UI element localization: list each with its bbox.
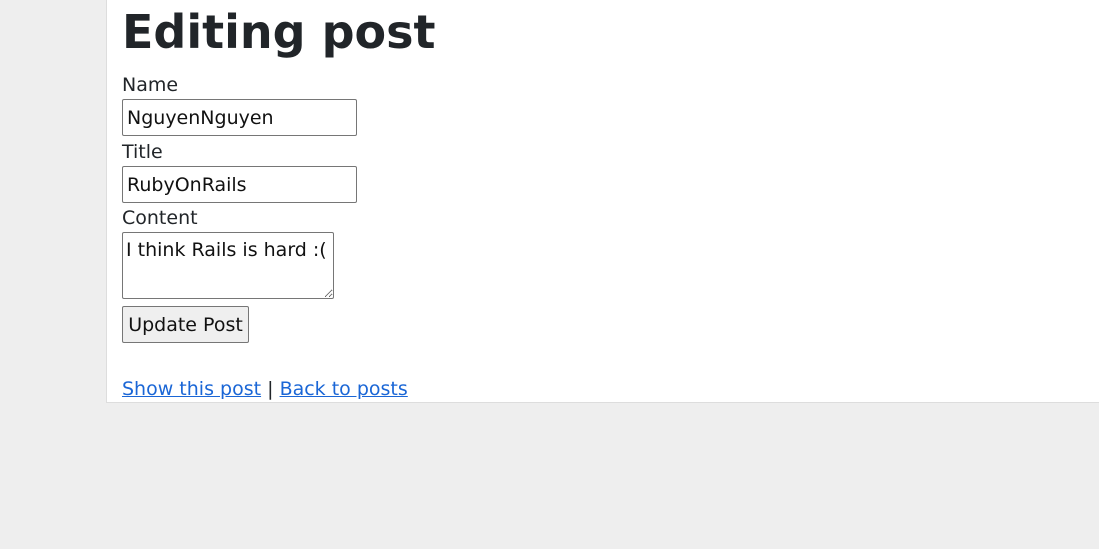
show-post-link[interactable]: Show this post (122, 378, 261, 400)
name-label: Name (122, 74, 179, 96)
content-textarea[interactable]: I think Rails is hard :( (122, 232, 334, 299)
back-to-posts-link[interactable]: Back to posts (280, 378, 408, 400)
title-label: Title (122, 141, 163, 163)
page-title: Editing post (122, 5, 436, 59)
update-post-button[interactable]: Update Post (122, 306, 249, 343)
content-label: Content (122, 207, 198, 229)
name-field[interactable] (122, 99, 357, 136)
post-navigation-links: Show this post | Back to posts (122, 376, 408, 402)
link-separator: | (267, 378, 274, 400)
title-field[interactable] (122, 166, 357, 203)
